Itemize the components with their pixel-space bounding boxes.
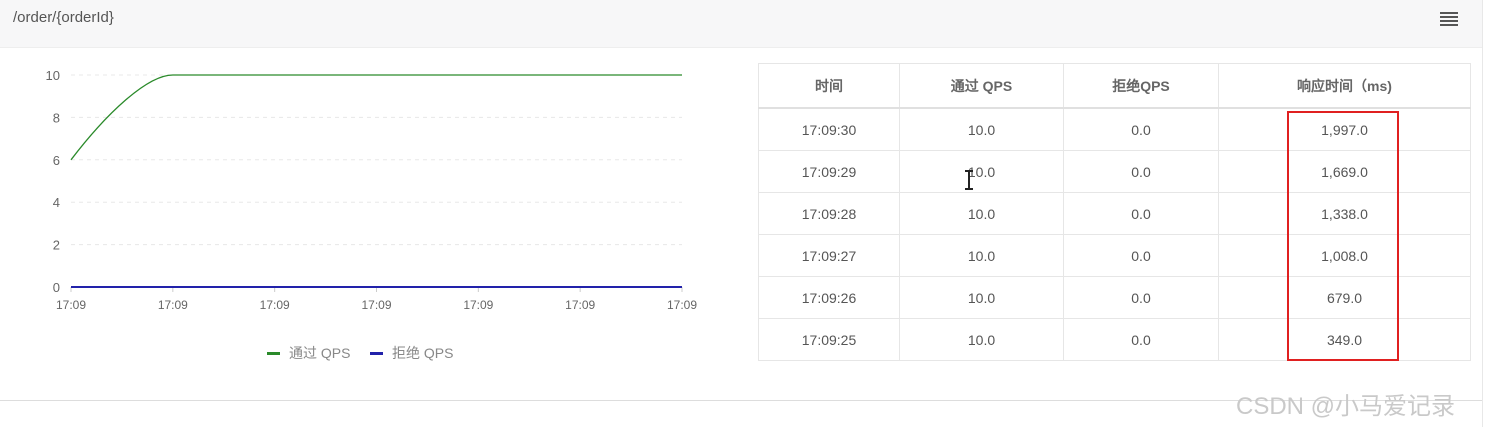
cell-pass-qps: 10.0 — [899, 276, 1064, 319]
table-row: 17:09:27 10.0 0.0 1,008.0 — [758, 234, 1471, 277]
y-tick-label: 8 — [53, 110, 60, 125]
x-tick-label: 17:09 — [463, 298, 493, 312]
legend-item-reject-qps[interactable]: 拒绝 QPS — [370, 343, 453, 363]
y-tick-label: 4 — [53, 195, 60, 210]
table-row: 17:09:30 10.0 0.0 1,997.0 — [758, 107, 1471, 151]
cell-reject-qps: 0.0 — [1063, 318, 1219, 361]
hamburger-menu-icon[interactable] — [1440, 12, 1458, 26]
table-header-row: 时间 通过 QPS 拒绝QPS 响应时间（ms) — [758, 63, 1471, 109]
cell-response-time: 1,008.0 — [1218, 234, 1471, 277]
cell-reject-qps: 0.0 — [1063, 276, 1219, 319]
panel-title: /order/{orderId} — [13, 9, 114, 26]
x-tick-label: 17:09 — [56, 298, 86, 312]
table-row: 17:09:29 10.0 0.0 1,669.0 — [758, 150, 1471, 193]
y-tick-label: 10 — [46, 68, 60, 83]
header-reject-qps[interactable]: 拒绝QPS — [1063, 63, 1219, 109]
watermark-text: CSDN @小马爱记录 — [1236, 393, 1456, 420]
cell-response-time: 1,338.0 — [1218, 192, 1471, 235]
cell-time: 17:09:27 — [758, 234, 900, 277]
table-row: 17:09:28 10.0 0.0 1,338.0 — [758, 192, 1471, 235]
qps-line-chart: 0 2 4 6 8 10 17:09 17:09 17:09 17:09 17:09 17:09 17:… — [46, 68, 698, 312]
cell-pass-qps: 10.0 — [899, 234, 1064, 277]
cell-pass-qps: 10.0 — [899, 107, 1064, 151]
x-tick-label: 17:09 — [158, 298, 188, 312]
cell-time: 17:09:26 — [758, 276, 900, 319]
cell-pass-qps: 10.0 — [899, 150, 1064, 193]
legend-swatch-reject — [370, 351, 383, 355]
cell-pass-qps: 10.0 — [899, 192, 1064, 235]
legend-label-pass: 通过 QPS — [289, 345, 351, 361]
header-pass-qps[interactable]: 通过 QPS — [899, 63, 1064, 109]
table-row: 17:09:25 10.0 0.0 349.0 — [758, 318, 1471, 361]
cell-reject-qps: 0.0 — [1063, 150, 1219, 193]
cell-time: 17:09:28 — [758, 192, 900, 235]
page-edge — [1482, 0, 1483, 427]
cell-response-time: 679.0 — [1218, 276, 1471, 319]
x-tick-label: 17:09 — [667, 298, 697, 312]
cell-reject-qps: 0.0 — [1063, 234, 1219, 277]
x-tick-label: 17:09 — [260, 298, 290, 312]
cell-time: 17:09:25 — [758, 318, 900, 361]
header-response-time[interactable]: 响应时间（ms) — [1218, 63, 1471, 109]
table-row: 17:09:26 10.0 0.0 679.0 — [758, 276, 1471, 319]
cell-response-time: 1,997.0 — [1218, 107, 1471, 151]
y-tick-label: 6 — [53, 153, 60, 168]
legend-label-reject: 拒绝 QPS — [392, 345, 454, 361]
panel-header: /order/{orderId} — [0, 0, 1482, 48]
cell-response-time: 1,669.0 — [1218, 150, 1471, 193]
legend-swatch-pass — [267, 351, 280, 355]
y-tick-label: 2 — [53, 238, 60, 253]
x-tick-label: 17:09 — [565, 298, 595, 312]
metrics-table: 时间 通过 QPS 拒绝QPS 响应时间（ms) 17:09:30 10.0 0… — [758, 63, 1471, 361]
cell-reject-qps: 0.0 — [1063, 192, 1219, 235]
cell-time: 17:09:29 — [758, 150, 900, 193]
header-time[interactable]: 时间 — [758, 63, 900, 109]
cell-pass-qps: 10.0 — [899, 318, 1064, 361]
x-tick-label: 17:09 — [361, 298, 391, 312]
legend-item-pass-qps[interactable]: 通过 QPS — [267, 343, 350, 363]
y-tick-label: 0 — [53, 280, 60, 295]
cell-time: 17:09:30 — [758, 107, 900, 151]
text-cursor-icon — [965, 170, 973, 190]
cell-response-time: 349.0 — [1218, 318, 1471, 361]
cell-reject-qps: 0.0 — [1063, 107, 1219, 151]
